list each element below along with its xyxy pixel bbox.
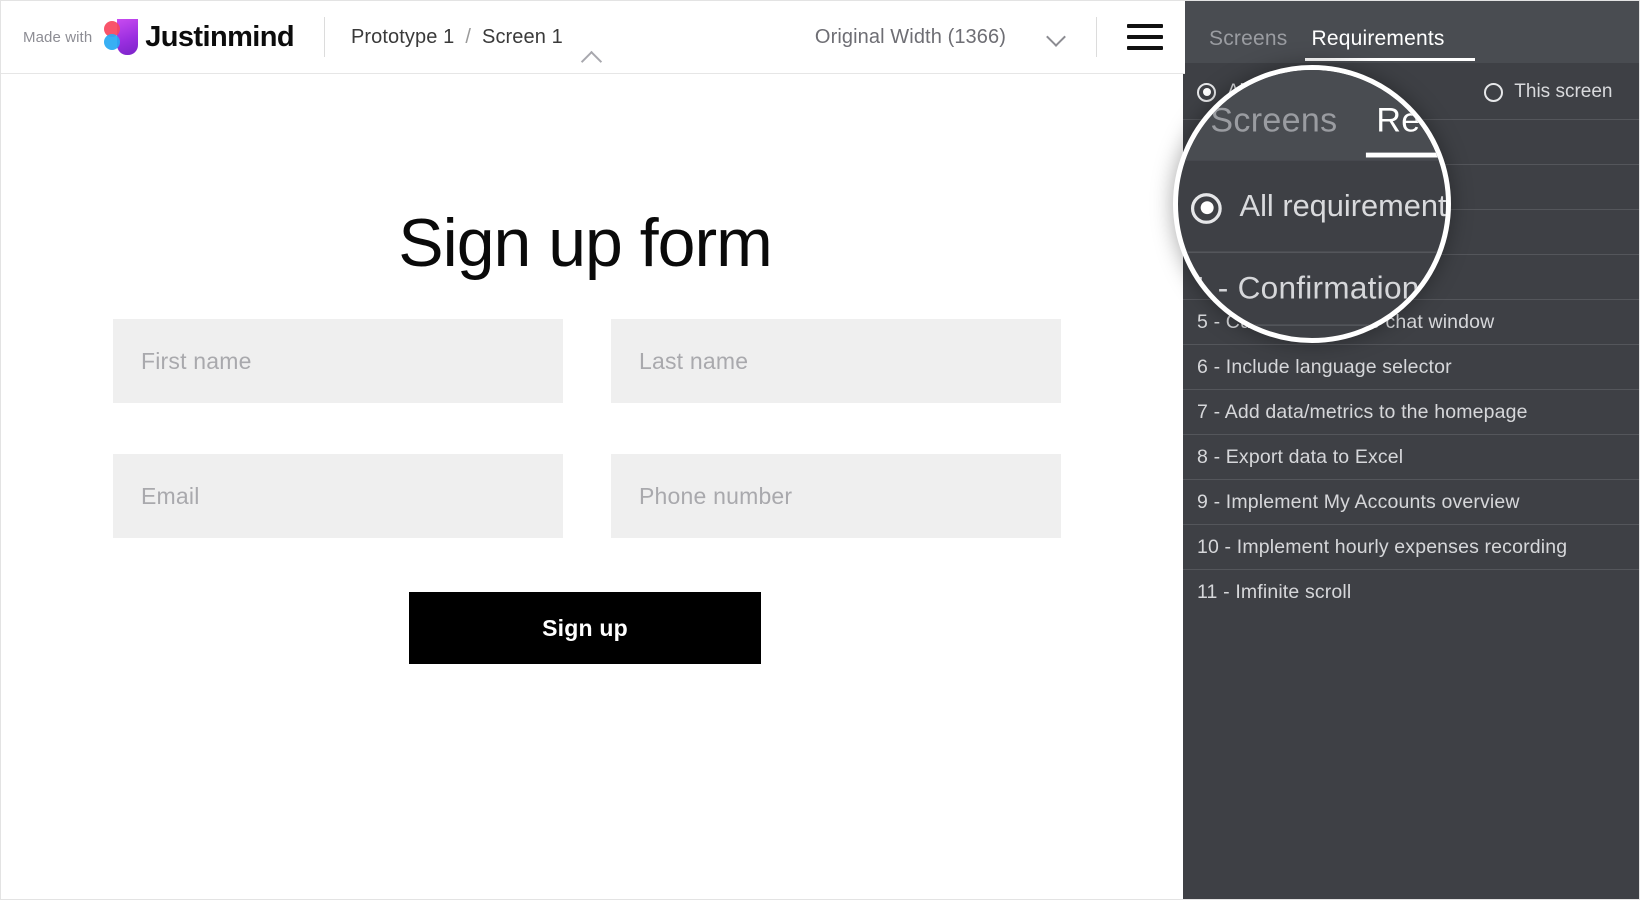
header-right-controls: Original Width (1366): [815, 17, 1185, 57]
hamburger-menu-icon[interactable]: [1127, 24, 1163, 50]
tab-requirements[interactable]: Requirements: [1299, 27, 1475, 61]
breadcrumb: Prototype 1 / Screen 1: [351, 26, 563, 49]
justinmind-logo-icon: [104, 19, 139, 55]
breadcrumb-prototype[interactable]: Prototype 1: [351, 26, 454, 49]
phone-number-input[interactable]: Phone number: [611, 454, 1061, 538]
list-item[interactable]: 7 - Add data/metrics to the homepage: [1183, 389, 1639, 434]
lens-filter-all-requirements: All requirements: [1190, 189, 1451, 226]
lens-sidebar-tabbar: Screens Requirements: [1178, 70, 1446, 161]
radio-unselected-icon: [1484, 82, 1504, 102]
list-item[interactable]: 11 - Imfinite scroll: [1183, 569, 1639, 614]
prototype-canvas: Sign up form First name Last name Email …: [1, 74, 1185, 899]
email-input[interactable]: Email: [113, 454, 563, 538]
made-with-label: Made with: [23, 28, 93, 46]
filter-this-screen-label: This screen: [1514, 81, 1613, 102]
lens-filter-all-requirements-label: All requirements: [1239, 189, 1451, 224]
header-divider-2: [1096, 17, 1097, 57]
brand-area: Made with Justinmind: [1, 19, 295, 55]
breadcrumb-screen[interactable]: Screen 1: [482, 26, 563, 49]
list-item[interactable]: 9 - Implement My Accounts overview: [1183, 479, 1639, 524]
header-divider-1: [323, 17, 325, 57]
first-name-input[interactable]: First name: [113, 319, 563, 403]
tab-screens[interactable]: Screens: [1197, 27, 1299, 61]
width-selector-dropdown[interactable]: Original Width (1366): [815, 26, 1066, 49]
lens-list-item: 1 - Confirmation pop-up: [1178, 251, 1446, 324]
page-title: Sign up form: [398, 205, 773, 281]
list-item[interactable]: 10 - Implement hourly expenses recording: [1183, 524, 1639, 569]
magnifier-lens: Screens Requirements All requirements Th…: [1173, 65, 1451, 343]
width-selector-value: Original Width (1366): [814, 25, 1006, 48]
sign-up-button[interactable]: Sign up: [409, 592, 761, 664]
prototype-viewer-window: Made with Justinmind Prototype 1 / Scree…: [0, 0, 1640, 900]
sidebar-tabbar: Screens Requirements: [1183, 1, 1639, 63]
lens-radio-selected-icon: [1190, 192, 1222, 224]
lens-tab-requirements: Requirements: [1357, 102, 1446, 158]
collapse-header-chevron-up-icon[interactable]: [576, 45, 608, 67]
brand-name: Justinmind: [145, 20, 294, 53]
list-item[interactable]: 8 - Export data to Excel: [1183, 434, 1639, 479]
filter-this-screen[interactable]: This screen: [1484, 81, 1612, 103]
breadcrumb-separator: /: [465, 25, 471, 48]
chevron-down-icon: [1048, 28, 1066, 46]
lens-filter-group: All requirements This screen: [1178, 161, 1451, 252]
list-item[interactable]: 6 - Include language selector: [1183, 344, 1639, 389]
magnifier-lens-content: Screens Requirements All requirements Th…: [1178, 70, 1451, 338]
last-name-input[interactable]: Last name: [611, 319, 1061, 403]
lens-tab-screens: Screens: [1210, 102, 1338, 140]
lens-requirements-list: 1 - Confirmation pop-up 2 - Welcome back…: [1178, 251, 1446, 338]
